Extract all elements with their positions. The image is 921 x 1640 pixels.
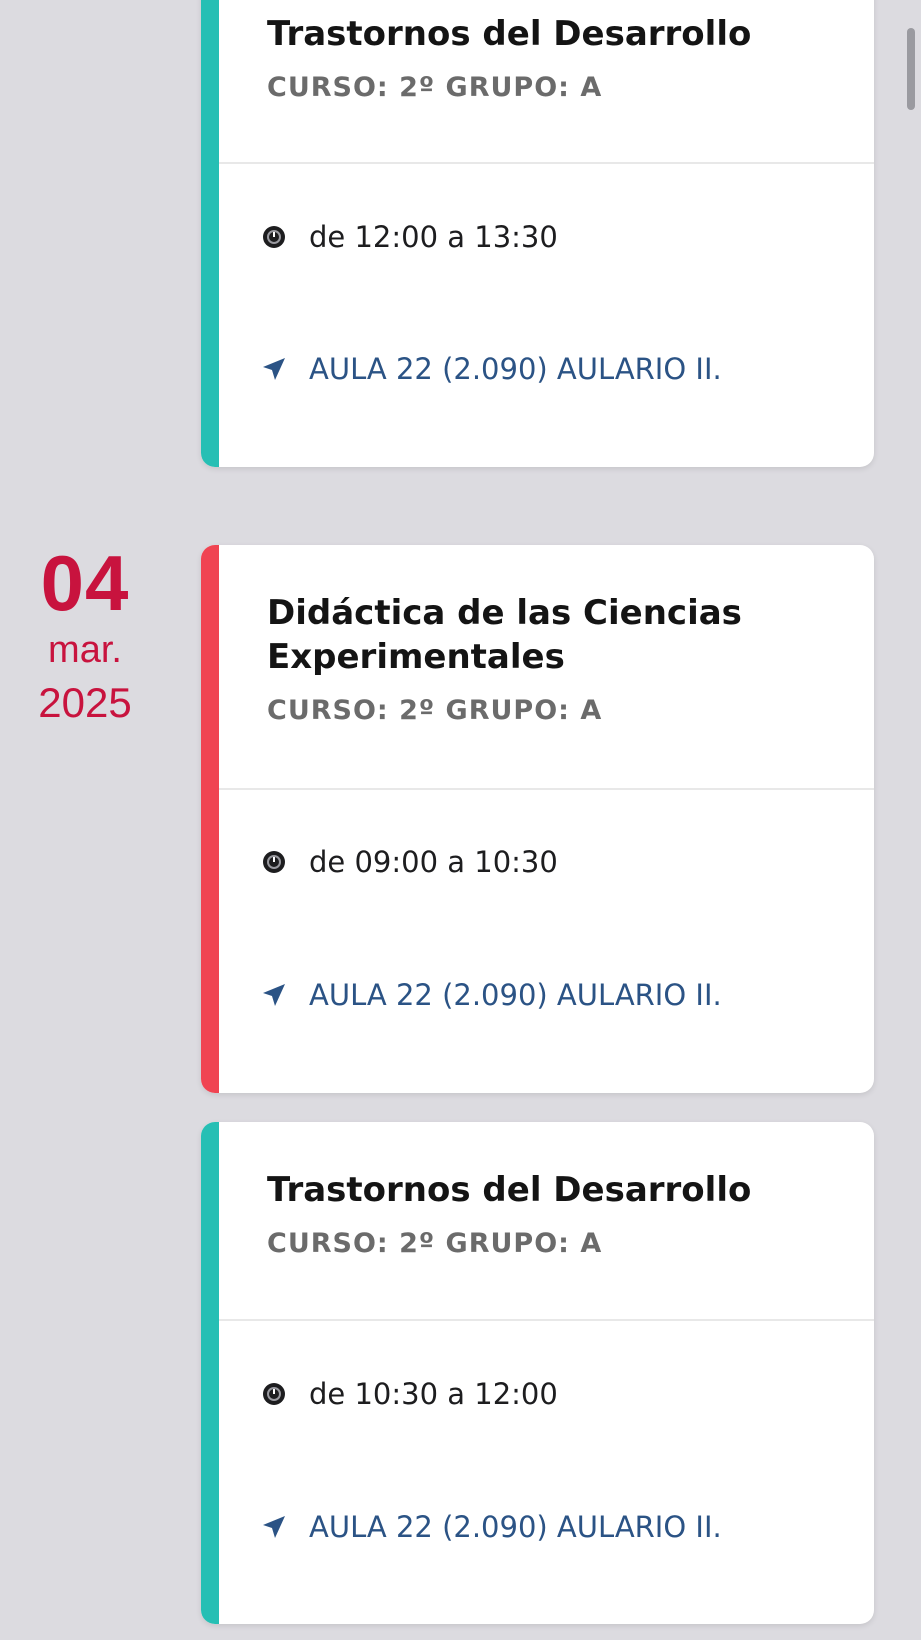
class-card[interactable]: Trastornos del Desarrollo CURSO: 2º GRUP… <box>201 1122 874 1624</box>
course-title: Trastornos del Desarrollo <box>267 1170 752 1210</box>
card-accent-bar <box>201 1122 219 1624</box>
card-divider <box>219 788 874 790</box>
date-month: mar. <box>48 629 122 671</box>
card-divider <box>219 162 874 164</box>
date-day: 04 <box>40 539 130 627</box>
clock-icon <box>261 1381 287 1407</box>
class-card[interactable]: Trastornos del Desarrollo CURSO: 2º GRUP… <box>201 0 874 467</box>
location-arrow-icon <box>261 982 287 1008</box>
class-time: de 12:00 a 13:30 <box>309 220 558 254</box>
class-room[interactable]: AULA 22 (2.090) AULARIO II. <box>309 1510 722 1544</box>
location-arrow-icon <box>261 356 287 382</box>
location-arrow-icon <box>261 1514 287 1540</box>
card-divider <box>219 1319 874 1321</box>
class-time: de 09:00 a 10:30 <box>309 845 558 879</box>
course-group: CURSO: 2º GRUPO: A <box>267 1228 603 1259</box>
course-group: CURSO: 2º GRUPO: A <box>267 72 603 103</box>
card-accent-bar <box>201 545 219 1093</box>
clock-icon <box>261 849 287 875</box>
class-room[interactable]: AULA 22 (2.090) AULARIO II. <box>309 352 722 386</box>
date-label: 04 mar. 2025 <box>0 543 170 733</box>
card-accent-bar <box>201 0 219 467</box>
class-room[interactable]: AULA 22 (2.090) AULARIO II. <box>309 978 722 1012</box>
scrollbar[interactable] <box>907 28 915 110</box>
course-title: Trastornos del Desarrollo <box>267 14 752 54</box>
clock-icon <box>261 224 287 250</box>
class-time: de 10:30 a 12:00 <box>309 1377 558 1411</box>
course-title: Didáctica de las Ciencias Experimentales <box>267 593 742 677</box>
class-card[interactable]: Didáctica de las Ciencias Experimentales… <box>201 545 874 1093</box>
course-group: CURSO: 2º GRUPO: A <box>267 695 603 726</box>
date-year: 2025 <box>38 679 132 726</box>
